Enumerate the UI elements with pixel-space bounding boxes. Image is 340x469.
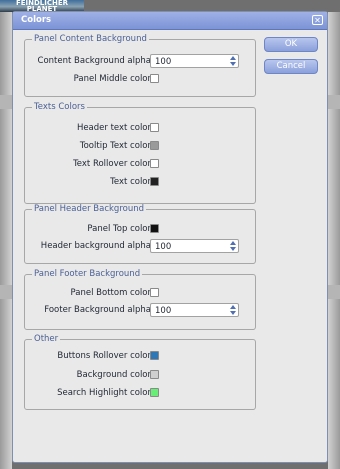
panel-top-color-label: Panel Top color	[87, 224, 151, 234]
background-band	[0, 285, 12, 299]
content-alpha-label: Content Background alpha	[37, 56, 151, 66]
arrow-up-icon[interactable]	[230, 56, 236, 60]
stepper-arrows-icon[interactable]	[229, 55, 237, 67]
content-alpha-row: Content Background alpha 100	[25, 54, 255, 68]
header-text-row: Header text color	[25, 121, 255, 135]
text-color-label: Text color	[110, 177, 151, 187]
dialog-titlebar[interactable]: Colors ✕	[13, 12, 327, 30]
close-icon: ✕	[314, 16, 321, 25]
panel-top-color-swatch[interactable]	[150, 224, 159, 233]
arrow-down-icon[interactable]	[230, 247, 236, 251]
panel-bottom-color-row: Panel Bottom color	[25, 286, 255, 300]
background-band	[0, 95, 12, 109]
arrow-up-icon[interactable]	[230, 305, 236, 309]
search-highlight-row: Search Highlight color	[25, 386, 255, 400]
footer-alpha-label: Footer Background alpha	[44, 305, 151, 315]
panel-top-color-row: Panel Top color	[25, 222, 255, 236]
middle-color-label: Panel Middle color	[73, 74, 151, 84]
panel-content-background-group: Panel Content Background Content Backgro…	[24, 34, 256, 97]
close-button[interactable]: ✕	[312, 15, 323, 25]
background-panel-left	[0, 12, 12, 469]
panel-header-background-group: Panel Header Background Panel Top color …	[24, 204, 256, 264]
tooltip-text-swatch[interactable]	[150, 141, 159, 150]
footer-alpha-value: 100	[155, 306, 172, 316]
panel-footer-background-group: Panel Footer Background Panel Bottom col…	[24, 269, 256, 330]
background-band	[328, 285, 340, 299]
group-title: Texts Colors	[32, 102, 87, 112]
arrow-up-icon[interactable]	[230, 241, 236, 245]
panel-bottom-color-label: Panel Bottom color	[70, 288, 151, 298]
text-color-row: Text color	[25, 175, 255, 189]
text-color-swatch[interactable]	[150, 177, 159, 186]
background-color-row: Background color	[25, 368, 255, 382]
group-title: Other	[32, 334, 61, 344]
text-rollover-row: Text Rollover color	[25, 157, 255, 171]
header-alpha-row: Header background alpha 100	[25, 239, 255, 253]
arrow-down-icon[interactable]	[230, 311, 236, 315]
buttons-rollover-label: Buttons Rollover color	[57, 351, 151, 361]
footer-alpha-stepper[interactable]: 100	[150, 303, 239, 317]
search-highlight-swatch[interactable]	[150, 388, 159, 397]
stepper-arrows-icon[interactable]	[229, 240, 237, 252]
background-panel-right	[328, 12, 340, 469]
text-rollover-label: Text Rollover color	[73, 159, 151, 169]
text-rollover-swatch[interactable]	[150, 159, 159, 168]
dialog-title: Colors	[21, 15, 52, 25]
group-title: Panel Header Background	[32, 204, 146, 214]
cancel-button[interactable]: Cancel	[264, 59, 318, 74]
middle-color-swatch[interactable]	[150, 74, 159, 83]
texts-colors-group: Texts Colors Header text color Tooltip T…	[24, 102, 256, 204]
buttons-rollover-swatch[interactable]	[150, 351, 159, 360]
colors-dialog: Colors ✕ OK Cancel Panel Content Backgro…	[12, 11, 328, 463]
content-alpha-value: 100	[155, 57, 172, 67]
tooltip-text-label: Tooltip Text color	[79, 141, 151, 151]
header-alpha-stepper[interactable]: 100	[150, 239, 239, 253]
group-title: Panel Footer Background	[32, 269, 143, 279]
stepper-arrows-icon[interactable]	[229, 304, 237, 316]
background-color-label: Background color	[76, 370, 151, 380]
header-alpha-value: 100	[155, 242, 172, 252]
background-color-swatch[interactable]	[150, 370, 159, 379]
content-alpha-stepper[interactable]: 100	[150, 54, 239, 68]
other-group: Other Buttons Rollover color Background …	[24, 334, 256, 410]
header-text-swatch[interactable]	[150, 123, 159, 132]
footer-alpha-row: Footer Background alpha 100	[25, 303, 255, 317]
header-text-label: Header text color	[76, 123, 151, 133]
middle-color-row: Panel Middle color	[25, 72, 255, 86]
arrow-down-icon[interactable]	[230, 62, 236, 66]
header-alpha-label: Header background alpha	[40, 241, 151, 251]
ok-button[interactable]: OK	[264, 37, 318, 52]
background-band	[328, 95, 340, 109]
group-title: Panel Content Background	[32, 34, 149, 44]
search-highlight-label: Search Highlight color	[57, 388, 151, 398]
buttons-rollover-row: Buttons Rollover color	[25, 349, 255, 363]
panel-bottom-color-swatch[interactable]	[150, 288, 159, 297]
tooltip-text-row: Tooltip Text color	[25, 139, 255, 153]
